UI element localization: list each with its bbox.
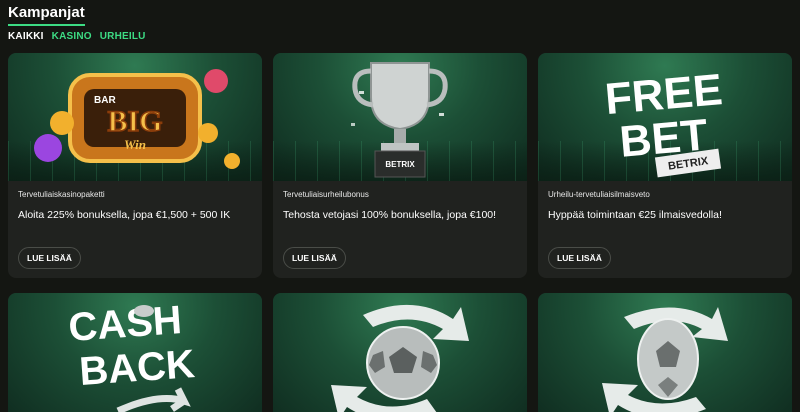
promo-headline: Hyppää toimintaan €25 ilmaisvedolla! <box>548 209 722 221</box>
promo-headline: Tehosta vetojasi 100% bonuksella, jopa €… <box>283 209 497 221</box>
big-win-slot-icon: BAR BIG Win <box>34 69 240 169</box>
trophy-icon: BETRIX <box>351 62 448 178</box>
promo-category: Tervetuliaiskasinopaketti <box>18 190 105 199</box>
read-more-button[interactable]: LUE LISÄÄ <box>548 247 611 269</box>
svg-text:BETRIX: BETRIX <box>385 160 415 169</box>
promo-category: Tervetuliaisurheilubonus <box>283 190 369 199</box>
page-header: Kampanjat <box>8 4 85 26</box>
football-refresh-icon <box>602 307 728 412</box>
promo-image <box>538 293 792 412</box>
promo-headline: Aloita 225% bonuksella, jopa €1,500 + 50… <box>18 209 231 221</box>
promo-image: BETRIX <box>273 53 527 181</box>
filter-urheilu[interactable]: URHEILU <box>100 31 146 42</box>
promo-card-free-bet[interactable]: FREE BET BETRIX Urheilu-tervetuliaisilma… <box>538 53 792 278</box>
promo-card-sports[interactable]: BETRIX Tervetuliaisurheilubonus Tehosta … <box>273 53 527 278</box>
promo-category: Urheilu-tervetuliaisilmaisveto <box>548 190 650 199</box>
promo-card-cashback[interactable]: CASH BACK <box>8 293 262 412</box>
read-more-button[interactable]: LUE LISÄÄ <box>283 247 346 269</box>
promo-image: BAR BIG Win <box>8 53 262 181</box>
football-refresh-icon <box>331 304 469 412</box>
filter-bar: KAIKKI KASINO URHEILU <box>8 31 146 42</box>
svg-text:BACK: BACK <box>78 342 196 394</box>
cashback-icon: CASH BACK <box>67 298 196 412</box>
svg-text:CASH: CASH <box>67 298 183 350</box>
free-bet-ticket-icon: FREE BET BETRIX <box>603 65 724 178</box>
promo-card-casino[interactable]: BAR BIG Win Tervetuliaiskasinopaketti Al… <box>8 53 262 278</box>
promo-card-football-2[interactable] <box>538 293 792 412</box>
svg-text:Win: Win <box>124 137 146 152</box>
promo-card-football[interactable] <box>273 293 527 412</box>
filter-kasino[interactable]: KASINO <box>52 31 92 42</box>
filter-kaikki[interactable]: KAIKKI <box>8 31 44 42</box>
read-more-button[interactable]: LUE LISÄÄ <box>18 247 81 269</box>
svg-text:BIG: BIG <box>107 105 162 138</box>
promo-image: CASH BACK <box>8 293 262 412</box>
promo-image <box>273 293 527 412</box>
promo-image: FREE BET BETRIX <box>538 53 792 181</box>
page-title: Kampanjat <box>8 4 85 26</box>
